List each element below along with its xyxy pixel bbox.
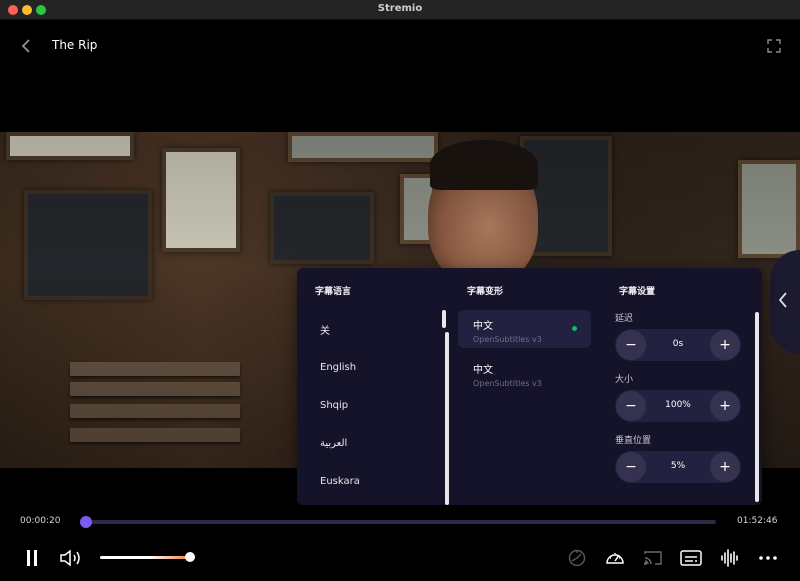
subtitles-button[interactable] [679, 546, 703, 570]
chevron-left-icon [778, 292, 787, 308]
size-stepper: − 100% + [615, 390, 741, 422]
size-increase-button[interactable]: + [710, 391, 740, 421]
language-option-basque[interactable]: Euskara [309, 462, 439, 500]
cast-icon [644, 551, 662, 565]
delay-increase-button[interactable]: + [710, 330, 740, 360]
settings-scrollbar[interactable] [755, 312, 759, 502]
window-title: Stremio [377, 3, 423, 14]
subtitles-menu: 字幕语言 字幕变形 字幕设置 关 English Shqip العربية E… [297, 268, 762, 505]
vertical-position-label: 垂直位置 [615, 436, 652, 446]
fullscreen-button[interactable] [764, 36, 784, 56]
language-option-albanian[interactable]: Shqip [309, 386, 439, 424]
audio-tracks-button[interactable] [718, 546, 742, 570]
vertical-position-value: 5% [670, 461, 686, 471]
gauge-icon [606, 553, 624, 564]
more-icon [759, 556, 777, 560]
seek-bar[interactable] [79, 516, 716, 528]
pause-icon [27, 550, 37, 566]
fullscreen-icon [767, 39, 781, 53]
back-button[interactable] [16, 36, 36, 56]
volume-icon [60, 549, 80, 567]
seek-thumb[interactable] [79, 516, 92, 528]
playback-speed-button[interactable] [565, 546, 589, 570]
subtitles-language-list: 关 English Shqip العربية Euskara [309, 310, 439, 500]
speed-icon [568, 549, 586, 567]
selected-indicator [572, 326, 577, 331]
player-topbar: The Rip [0, 20, 800, 70]
language-list-scrollbar[interactable] [445, 332, 449, 505]
volume-thumb[interactable] [185, 552, 196, 562]
player-controls [0, 540, 800, 576]
side-drawer-toggle[interactable] [776, 290, 790, 310]
language-option-label: 关 [320, 325, 330, 337]
more-options-button[interactable] [756, 546, 780, 570]
current-time: 00:00:20 [20, 516, 61, 526]
chevron-left-icon [21, 39, 30, 53]
delay-decrease-button[interactable]: − [616, 330, 646, 360]
subtitles-language-header: 字幕语言 [315, 287, 352, 297]
language-option-label: العربية [320, 437, 348, 449]
language-list-scrollbar-top[interactable] [442, 310, 446, 328]
subtitle-variant-item[interactable]: 中文 OpenSubtitles v3 [458, 354, 591, 392]
language-option-label: Euskara [320, 475, 360, 487]
seek-row: 00:00:20 01:52:46 [0, 510, 800, 534]
language-option-label: Shqip [320, 399, 349, 411]
media-title: The Rip [52, 38, 98, 52]
subtitles-icon [680, 550, 702, 566]
pause-button[interactable] [20, 546, 44, 570]
delay-label: 延迟 [615, 314, 634, 324]
mute-button[interactable] [59, 546, 83, 570]
variant-name: 中文 [473, 365, 493, 376]
delay-stepper: − 0s + [615, 329, 741, 361]
language-option-english[interactable]: English [309, 348, 439, 386]
cast-button[interactable] [641, 546, 665, 570]
language-option-label: English [320, 361, 357, 373]
variant-source: OpenSubtitles v3 [473, 335, 542, 344]
language-option-arabic[interactable]: العربية [309, 424, 439, 462]
size-value: 100% [665, 400, 691, 410]
window-titlebar: Stremio [0, 0, 800, 20]
vertical-position-stepper: − 5% + [615, 451, 741, 483]
statistics-button[interactable] [603, 546, 627, 570]
volume-level [100, 556, 191, 559]
delay-value: 0s [672, 339, 684, 349]
size-decrease-button[interactable]: − [616, 391, 646, 421]
subtitles-settings-header: 字幕设置 [619, 287, 656, 297]
variant-source: OpenSubtitles v3 [473, 379, 542, 388]
audio-waveform-icon [721, 549, 738, 567]
total-duration: 01:52:46 [737, 516, 778, 526]
vertical-position-increase-button[interactable]: + [710, 452, 740, 482]
subtitles-variants-header: 字幕变形 [467, 287, 504, 297]
language-option-off[interactable]: 关 [309, 310, 439, 348]
volume-slider[interactable] [100, 552, 196, 562]
subtitle-variant-item[interactable]: 中文 OpenSubtitles v3 [458, 310, 591, 348]
vertical-position-decrease-button[interactable]: − [616, 452, 646, 482]
size-label: 大小 [615, 375, 634, 385]
